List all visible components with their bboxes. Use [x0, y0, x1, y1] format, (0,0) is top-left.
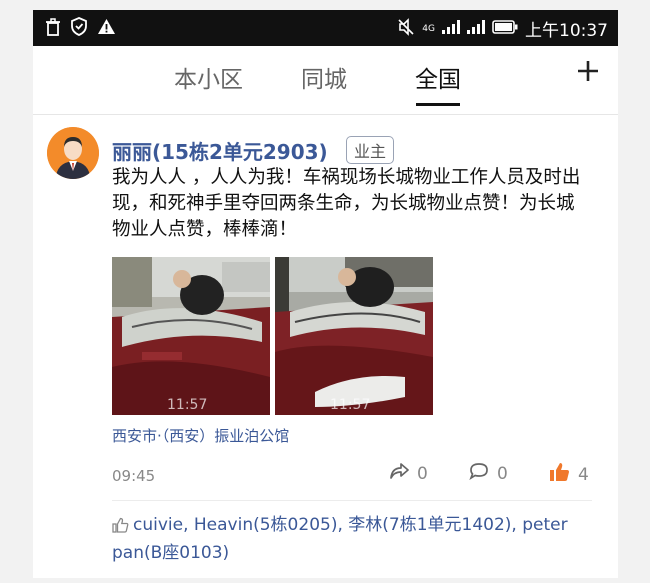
like-button[interactable]: 4	[549, 462, 589, 487]
signal-icon-2	[467, 19, 485, 38]
tab-nationwide[interactable]: 全国	[415, 60, 461, 94]
app-screen: 4G 上午10:37 本小区 同城 全国 丽丽(15栋2单元2903) 业主 我…	[33, 10, 618, 578]
post-photo-1[interactable]: 11:57	[112, 257, 270, 415]
divider	[112, 500, 592, 501]
clock: 上午10:37	[525, 21, 608, 41]
scope-tabs: 本小区 同城 全国	[33, 46, 618, 115]
share-button[interactable]: 0	[389, 462, 428, 485]
thumbs-up-outline-icon	[112, 516, 129, 541]
trash-icon	[45, 17, 61, 40]
avatar[interactable]	[47, 127, 99, 179]
owner-badge: 业主	[346, 136, 395, 164]
post-location[interactable]: 西安市·（西安）振业泊公馆	[112, 425, 289, 446]
warning-icon	[97, 18, 116, 39]
share-icon	[389, 462, 409, 485]
liked-by-names[interactable]: cuivie, Heavin(5栋0205), 李林(7栋1单元1402), p…	[112, 515, 568, 563]
comment-icon	[469, 462, 489, 485]
comment-count: 0	[497, 463, 508, 484]
photo-timestamp: 11:57	[167, 397, 208, 413]
status-bar: 4G 上午10:37	[33, 10, 618, 46]
post-content: 我为人人 ，人人为我！车祸现场长城物业工作人员及时出现，和死神手里夺回两条生命，…	[112, 167, 581, 240]
battery-icon	[492, 19, 518, 38]
plus-icon[interactable]	[576, 59, 600, 89]
network-type: 4G	[422, 23, 435, 34]
signal-icon	[442, 19, 460, 38]
post-time: 09:45	[112, 467, 156, 485]
tab-city[interactable]: 同城	[301, 60, 347, 94]
mute-icon	[397, 17, 415, 40]
shield-icon	[70, 17, 88, 40]
like-count: 4	[578, 464, 589, 485]
post-photo-2[interactable]: 11:57	[275, 257, 433, 415]
comment-button[interactable]: 0	[469, 462, 508, 485]
thumbs-up-icon	[549, 462, 570, 487]
liked-by-list: cuivie, Heavin(5栋0205), 李林(7栋1单元1402), p…	[112, 513, 597, 566]
post-author[interactable]: 丽丽(15栋2单元2903)	[112, 136, 328, 165]
tab-neighborhood[interactable]: 本小区	[174, 60, 243, 94]
share-count: 0	[417, 463, 428, 484]
photo-timestamp: 11:57	[330, 397, 371, 413]
